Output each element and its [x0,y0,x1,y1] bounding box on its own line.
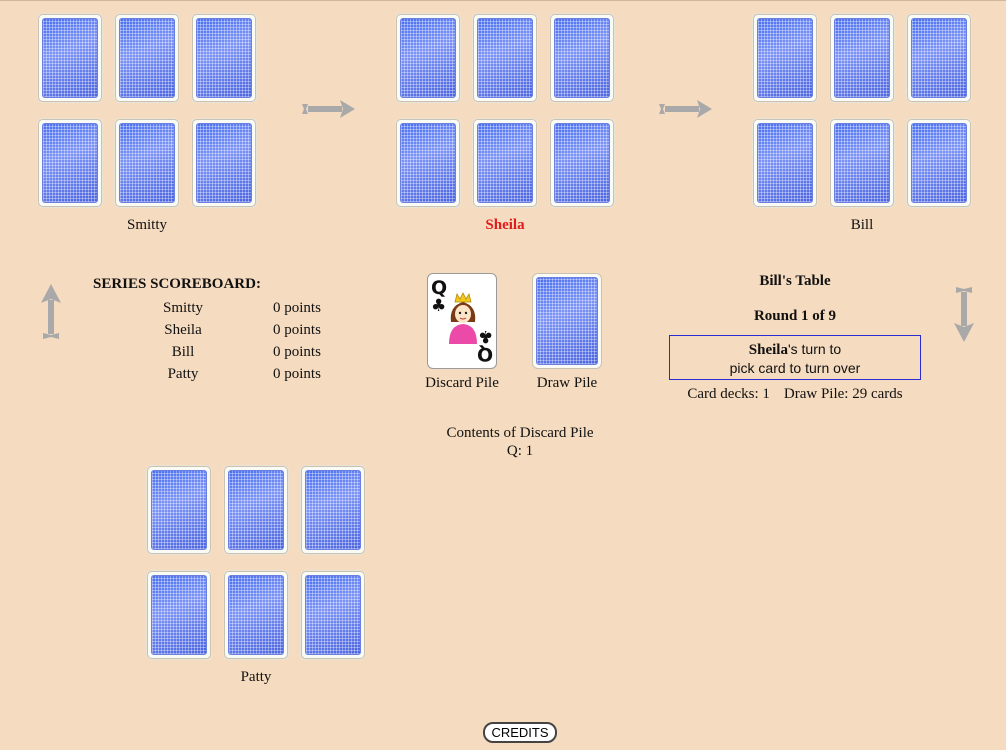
card-back[interactable] [115,119,179,207]
top-border [0,0,1006,1]
card-back[interactable] [115,14,179,102]
discard-pile: Q ♣ Q ♣ Discard Pile [418,273,506,392]
card-back[interactable] [224,466,288,554]
discard-contents-value: Q: 1 [506,443,534,459]
card-back[interactable] [147,466,211,554]
hand-sheila: Sheila [396,14,626,234]
discard-contents: Contents of Discard Pile Q: 1 [420,424,620,460]
score-points: 0 points [273,366,321,382]
card-back[interactable] [753,14,817,102]
arrow-up-icon [41,284,61,339]
queen-figure-icon [449,292,477,344]
discard-top-card[interactable]: Q ♣ Q ♣ [427,273,497,369]
card-back[interactable] [192,14,256,102]
card-back[interactable] [830,119,894,207]
score-row: Bill 0 points [93,341,353,363]
card-back[interactable] [301,571,365,659]
deck-counts: Card decks: 1 Draw Pile: 29 cards [664,386,926,403]
score-row: Sheila 0 points [93,319,353,341]
card-back[interactable] [907,14,971,102]
hand-patty: Patty [147,466,377,686]
scoreboard-title: SERIES SCOREBOARD: [93,276,261,292]
draw-pile-label: Draw Pile [536,375,598,391]
card-back[interactable] [301,466,365,554]
discard-pile-label: Discard Pile [425,375,499,391]
card-back[interactable] [396,14,460,102]
player-name-bill: Bill [850,217,874,233]
turn-action: pick card to turn over [729,360,861,376]
series-scoreboard: SERIES SCOREBOARD: Smitty 0 points Sheil… [93,276,353,385]
card-rank: Q [476,343,493,365]
arrow-right-icon [659,100,712,118]
card-back[interactable] [224,571,288,659]
card-back[interactable] [473,119,537,207]
score-points: 0 points [273,300,321,316]
card-back[interactable] [38,119,102,207]
card-back[interactable] [473,14,537,102]
score-player-name: Sheila [164,322,202,338]
card-back[interactable] [830,14,894,102]
player-name-patty: Patty [240,669,272,685]
score-points: 0 points [273,322,321,338]
draw-pile-count: Draw Pile: 29 cards [783,386,903,402]
card-back[interactable] [550,14,614,102]
player-name-smitty: Smitty [126,217,167,233]
table-name: Bill's Table [759,273,831,289]
hand-bill: Bill [753,14,983,234]
score-player-name: Patty [167,366,199,382]
card-back[interactable] [147,571,211,659]
club-suit-icon: ♣ [431,296,447,316]
draw-pile: Draw Pile [523,273,611,392]
card-back[interactable] [907,119,971,207]
discard-contents-title: Contents of Discard Pile [446,425,594,441]
score-row: Patty 0 points [93,363,353,385]
turn-player: Sheila [748,342,788,358]
turn-status-box: Sheila's turn to pick card to turn over [669,335,921,380]
hand-smitty: Smitty [38,14,268,234]
arrow-right-icon [302,100,355,118]
score-player-name: Smitty [162,300,203,316]
arrow-down-icon [954,287,974,342]
draw-pile-card[interactable] [532,273,602,369]
card-back[interactable] [753,119,817,207]
credits-button[interactable]: CREDITS [483,722,557,743]
card-decks-count: Card decks: 1 [687,386,770,402]
table-info-panel: Bill's Table Round 1 of 9 Sheila's turn … [664,273,926,403]
card-back[interactable] [192,119,256,207]
card-back[interactable] [38,14,102,102]
card-back[interactable] [396,119,460,207]
turn-suffix: 's turn to [787,341,842,357]
score-points: 0 points [273,344,321,360]
card-back[interactable] [550,119,614,207]
player-name-sheila: Sheila [485,217,525,233]
score-player-name: Bill [171,344,195,360]
round-indicator: Round 1 of 9 [753,308,837,324]
score-row: Smitty 0 points [93,297,353,319]
